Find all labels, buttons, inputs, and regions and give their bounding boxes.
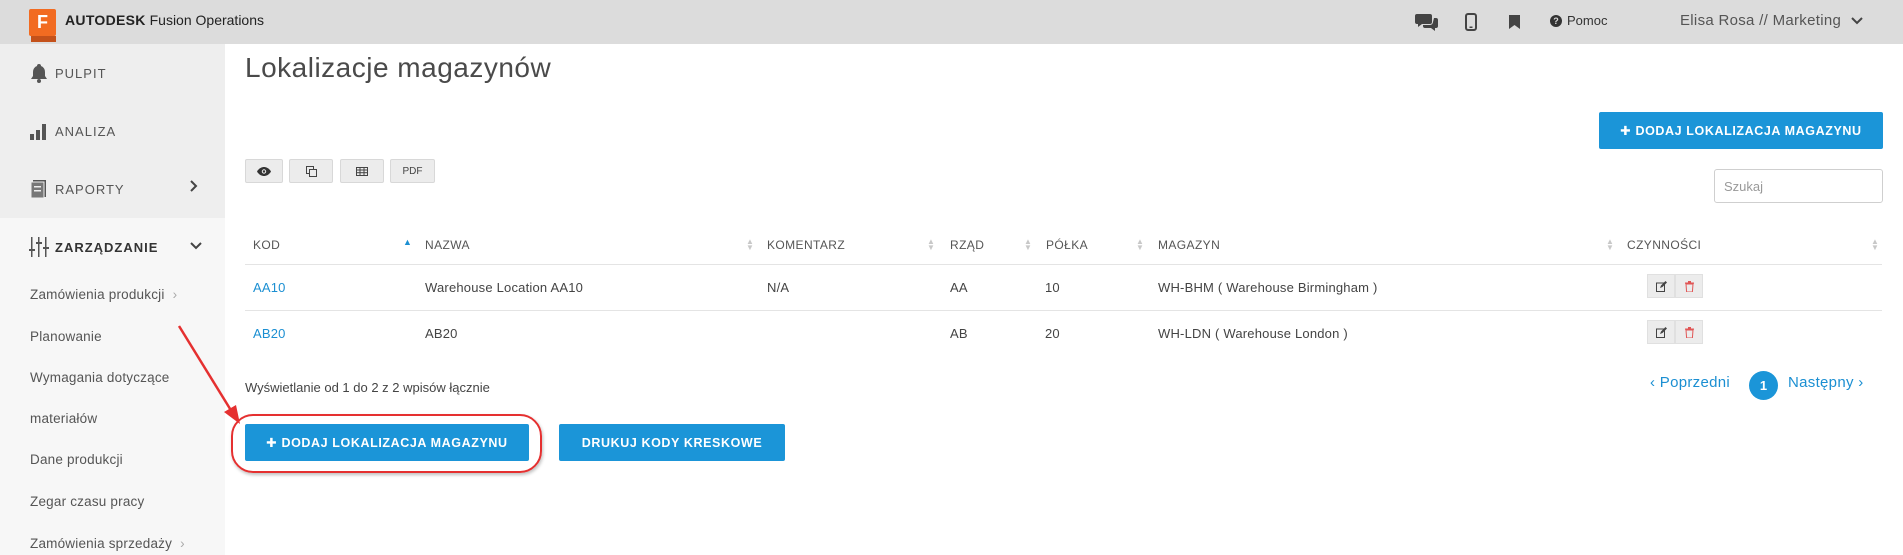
cell-magazyn: WH-LDN ( Warehouse London ) xyxy=(1158,326,1348,341)
sidebar-sub-planowanie[interactable]: Planowanie xyxy=(30,329,102,344)
pagination-prev[interactable]: ‹ Poprzedni xyxy=(1650,374,1730,391)
sidebar-item-label: ANALIZA xyxy=(55,123,117,139)
annotation-arrow xyxy=(177,325,240,424)
sort-icon: ▲ ▼ xyxy=(746,237,754,252)
sort-icon: ▲ ▼ xyxy=(1136,237,1144,252)
cell-polka: 10 xyxy=(1045,280,1060,295)
sort-icon: ▲ ▼ xyxy=(1871,237,1879,252)
chevron-right-icon: › xyxy=(172,287,178,302)
col-header-rzad[interactable]: RZĄD xyxy=(950,238,984,252)
edit-button[interactable] xyxy=(1647,320,1675,344)
brand-product: Fusion Operations xyxy=(149,12,265,28)
bar-chart-icon xyxy=(28,120,50,142)
eye-icon xyxy=(257,166,271,176)
sort-icon: ▲ ▼ xyxy=(927,237,935,252)
edit-icon xyxy=(1655,326,1667,338)
chevron-down-icon xyxy=(1851,16,1863,24)
cell-rzad: AA xyxy=(950,280,968,295)
sidebar-item-raporty[interactable]: RAPORTY xyxy=(0,160,225,218)
chevron-right-icon: › xyxy=(180,536,185,551)
trash-icon xyxy=(1684,280,1694,292)
sidebar-item-analiza[interactable]: ANALIZA xyxy=(0,102,225,160)
pagination-next[interactable]: Następny › xyxy=(1788,374,1864,391)
report-icon xyxy=(28,178,50,200)
chevron-down-icon xyxy=(190,242,202,250)
help-link[interactable]: ? Pomoc xyxy=(1550,13,1607,28)
table-icon xyxy=(356,166,368,176)
cell-komentarz: N/A xyxy=(767,280,790,295)
sort-icon: ▲ ▼ xyxy=(1024,237,1032,252)
delete-button[interactable] xyxy=(1675,274,1703,298)
sidebar: PULPIT ANALIZA RAPORTY ZARZĄDZANIE Zamów… xyxy=(0,44,225,555)
add-location-button-top[interactable]: ✚ DODAJ LOKALIZACJA MAGAZYNU xyxy=(1599,112,1883,149)
sidebar-sub-label: materiałów xyxy=(30,411,98,426)
sidebar-sub-label: Zamówienia sprzedaży xyxy=(30,536,173,551)
help-label: Pomoc xyxy=(1567,13,1608,28)
page-title: Lokalizacje magazynów xyxy=(245,52,552,83)
excel-button[interactable] xyxy=(340,159,384,183)
sidebar-sub-materialow[interactable]: materiałów xyxy=(30,411,97,426)
sort-asc-icon: ▲ xyxy=(403,237,412,247)
cell-kod[interactable]: AA10 xyxy=(253,280,286,295)
table-divider xyxy=(245,264,1882,265)
chevron-right-icon xyxy=(190,180,198,192)
cell-polka: 20 xyxy=(1045,326,1060,341)
delete-button[interactable] xyxy=(1675,320,1703,344)
table-divider xyxy=(245,310,1882,311)
mobile-icon[interactable] xyxy=(1463,11,1479,33)
cell-nazwa: AB20 xyxy=(425,326,458,341)
copy-icon xyxy=(305,165,317,177)
cell-kod[interactable]: AB20 xyxy=(253,326,286,341)
sidebar-sub-label: Wymagania dotyczące xyxy=(30,370,170,385)
sidebar-item-label: ZARZĄDZANIE xyxy=(55,239,159,255)
brand-autodesk: AUTODESK xyxy=(65,12,146,28)
sidebar-sub-label: Zamówienia produkcji xyxy=(30,287,165,302)
sidebar-item-pulpit[interactable]: PULPIT xyxy=(0,44,225,102)
copy-button[interactable] xyxy=(289,159,333,183)
edit-icon xyxy=(1655,280,1667,292)
col-header-magazyn[interactable]: MAGAZYN xyxy=(1158,238,1220,252)
pagination-current[interactable]: 1 xyxy=(1749,371,1778,400)
sliders-icon xyxy=(28,236,50,258)
sidebar-sub-label: Zegar czasu pracy xyxy=(30,494,145,509)
trash-icon xyxy=(1684,326,1694,338)
bell-icon xyxy=(28,62,50,84)
brand-name: AUTODESK Fusion Operations xyxy=(65,12,264,28)
sidebar-sub-dane-produkcji[interactable]: Dane produkcji xyxy=(30,452,123,467)
pdf-button[interactable]: PDF xyxy=(390,159,435,183)
user-label: Elisa Rosa // Marketing xyxy=(1680,12,1842,29)
col-header-nazwa[interactable]: NAZWA xyxy=(425,238,470,252)
col-header-komentarz[interactable]: KOMENTARZ xyxy=(767,238,845,252)
cell-nazwa: Warehouse Location AA10 xyxy=(425,280,584,295)
cell-rzad: AB xyxy=(950,326,968,341)
sidebar-item-zarzadzanie[interactable]: ZARZĄDZANIE xyxy=(0,218,225,276)
sort-icon: ▲ ▼ xyxy=(1606,237,1614,252)
column-visibility-button[interactable] xyxy=(245,159,283,183)
edit-button[interactable] xyxy=(1647,274,1675,298)
search-input[interactable] xyxy=(1714,169,1883,203)
table-info: Wyświetlanie od 1 do 2 z 2 wpisów łączni… xyxy=(245,380,490,395)
sidebar-sub-zamowienia-produkcji[interactable]: Zamówienia produkcji › xyxy=(30,287,177,302)
sidebar-sub-label: Dane produkcji xyxy=(30,452,123,467)
cell-magazyn: WH-BHM ( Warehouse Birmingham ) xyxy=(1158,280,1378,295)
top-bar: F AUTODESK Fusion Operations ? Pomoc Eli… xyxy=(0,0,1903,44)
sidebar-sub-zegar[interactable]: Zegar czasu pracy xyxy=(30,494,144,509)
chat-icon[interactable] xyxy=(1414,11,1440,33)
app-logo[interactable]: F xyxy=(29,9,56,42)
col-header-kod[interactable]: KOD xyxy=(253,238,280,252)
col-header-polka[interactable]: PÓŁKA xyxy=(1046,238,1088,252)
user-menu[interactable]: Elisa Rosa // Marketing xyxy=(1680,12,1863,29)
sidebar-item-label: PULPIT xyxy=(55,65,107,81)
col-header-czynnosci: CZYNNOŚCI xyxy=(1627,238,1702,252)
highlight-circle xyxy=(231,414,542,473)
sidebar-sub-label: Planowanie xyxy=(30,329,102,344)
print-barcodes-button[interactable]: DRUKUJ KODY KRESKOWE xyxy=(559,424,785,461)
sidebar-sub-wymagania[interactable]: Wymagania dotyczące xyxy=(30,370,170,385)
sidebar-item-label: RAPORTY xyxy=(55,181,125,197)
sidebar-sub-zamowienia-sprzedazy[interactable]: Zamówienia sprzedaży › xyxy=(30,536,185,551)
help-icon: ? xyxy=(1550,14,1562,27)
bookmark-icon[interactable] xyxy=(1507,11,1521,33)
